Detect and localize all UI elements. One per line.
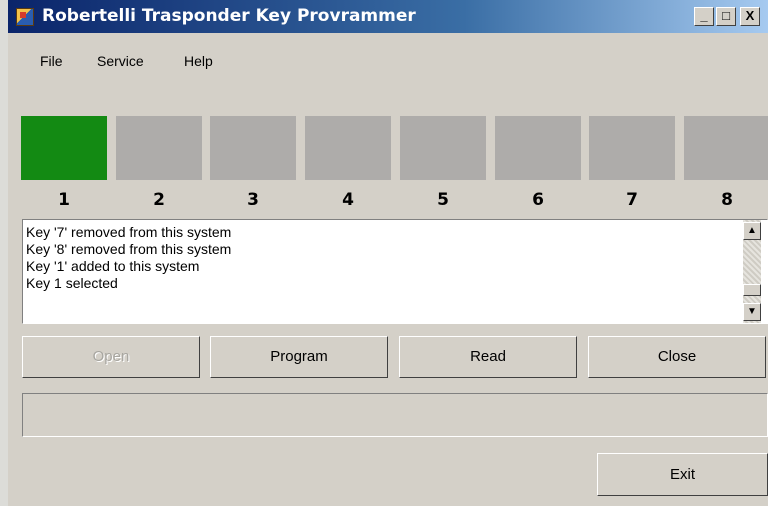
key-slot-8[interactable] (684, 116, 768, 180)
log-line: Key 1 selected (26, 275, 118, 291)
key-number-3: 3 (247, 190, 259, 210)
close-window-button[interactable]: X (740, 7, 760, 26)
maximize-button[interactable]: □ (716, 7, 736, 26)
log-line: Key '8' removed from this system (26, 241, 232, 257)
title-bar[interactable]: Robertelli Trasponder Key Provrammer _ □… (8, 0, 768, 33)
log-listbox[interactable]: Key '7' removed from this system Key '8'… (22, 219, 768, 324)
key-number-5: 5 (437, 190, 449, 210)
app-icon (16, 8, 34, 26)
close-button[interactable]: Close (588, 336, 766, 378)
log-line: Key '7' removed from this system (26, 224, 232, 240)
key-slot-5[interactable] (400, 116, 486, 180)
minimize-button[interactable]: _ (694, 7, 714, 26)
key-slot-3[interactable] (210, 116, 296, 180)
log-scrollbar[interactable]: ▲ ▼ (743, 220, 761, 323)
key-number-4: 4 (342, 190, 354, 210)
open-button[interactable]: Open (22, 336, 200, 378)
program-button[interactable]: Program (210, 336, 388, 378)
log-content: Key '7' removed from this system Key '8'… (23, 220, 751, 323)
menu-service[interactable]: Service (97, 53, 144, 69)
key-number-8: 8 (721, 190, 733, 210)
app-window: Robertelli Trasponder Key Provrammer _ □… (0, 0, 768, 506)
scroll-thumb[interactable] (743, 284, 761, 296)
read-button[interactable]: Read (399, 336, 577, 378)
log-line: Key '1' added to this system (26, 258, 200, 274)
scroll-down-icon[interactable]: ▼ (743, 303, 761, 321)
exit-button[interactable]: Exit (597, 453, 768, 496)
key-number-7: 7 (626, 190, 638, 210)
menu-bar: File Service Help (8, 33, 768, 83)
key-slot-2[interactable] (116, 116, 202, 180)
window-title: Robertelli Trasponder Key Provrammer (42, 6, 416, 26)
key-slot-1[interactable] (21, 116, 107, 180)
key-slot-4[interactable] (305, 116, 391, 180)
scroll-up-icon[interactable]: ▲ (743, 222, 761, 240)
key-number-1: 1 (58, 190, 70, 210)
key-number-6: 6 (532, 190, 544, 210)
status-panel (22, 393, 768, 437)
key-slot-6[interactable] (495, 116, 581, 180)
key-number-2: 2 (153, 190, 165, 210)
menu-help[interactable]: Help (184, 53, 213, 69)
key-slot-7[interactable] (589, 116, 675, 180)
menu-file[interactable]: File (40, 53, 63, 69)
